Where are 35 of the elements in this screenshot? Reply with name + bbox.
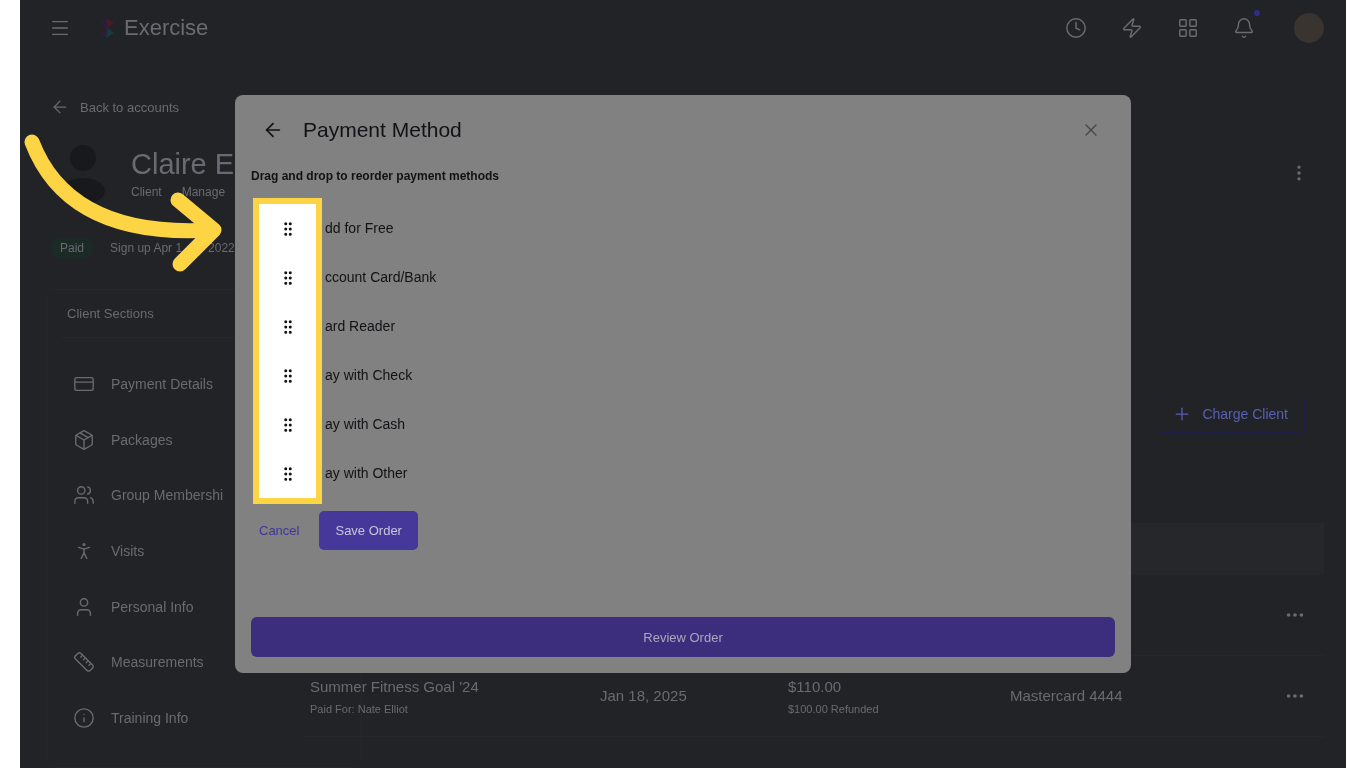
save-order-button[interactable]: Save Order — [319, 511, 418, 550]
table-cell-text: $100.00 Refunded — [788, 702, 880, 715]
payment-method-item[interactable]: ay with Other — [325, 449, 437, 498]
client-subtitle: Manage — [181, 184, 226, 199]
review-order-button[interactable]: Review Order — [251, 617, 1115, 657]
table-cell-text: Paid For: Nate Elliot — [310, 702, 409, 715]
signup-date: 2022 — [208, 241, 235, 255]
instruction-text: Drag and drop to reorder payment methods — [251, 169, 501, 183]
sidebar-item[interactable]: Group Membershi — [61, 467, 224, 524]
table-cell-text: $110.00 — [788, 677, 843, 695]
back-link[interactable]: Back to accounts — [50, 97, 302, 117]
section-icon — [73, 706, 95, 729]
table-cell: Jan 18, 2025 — [600, 687, 687, 704]
table-cell: Mastercard 4444 — [1010, 687, 1123, 704]
client-name: Claire E — [131, 147, 235, 181]
sidebar-item[interactable]: Training Info — [61, 690, 189, 746]
dialog-title: Payment Method — [303, 118, 463, 142]
cancel-button[interactable]: Cancel — [259, 523, 300, 538]
section-icon — [73, 428, 95, 451]
sidebar-item[interactable]: Packages — [61, 411, 173, 468]
sidebar-item[interactable]: Payment Details — [61, 356, 213, 412]
table-cell-text: Summer Fitness Goal '24 — [310, 677, 480, 695]
section-icon — [73, 484, 95, 507]
payment-method-item[interactable]: dd for Free — [325, 204, 437, 253]
payment-method-item[interactable]: ay with Check — [325, 351, 437, 400]
client-subtitle: Client — [131, 184, 162, 199]
brand-name: Exercise — [124, 14, 209, 41]
signup-date: Sign up Apr 1 — [110, 241, 183, 255]
payment-method-item[interactable]: ay with Cash — [325, 400, 437, 449]
sidebar-item[interactable]: Personal Info — [61, 578, 194, 635]
sidebar-item[interactable]: Visits — [61, 523, 145, 579]
status-badge: Paid — [50, 237, 95, 259]
charge-client-button[interactable]: Charge Client — [1155, 395, 1305, 433]
section-icon — [73, 651, 95, 674]
sidebar-item[interactable]: Measurements — [61, 634, 204, 691]
